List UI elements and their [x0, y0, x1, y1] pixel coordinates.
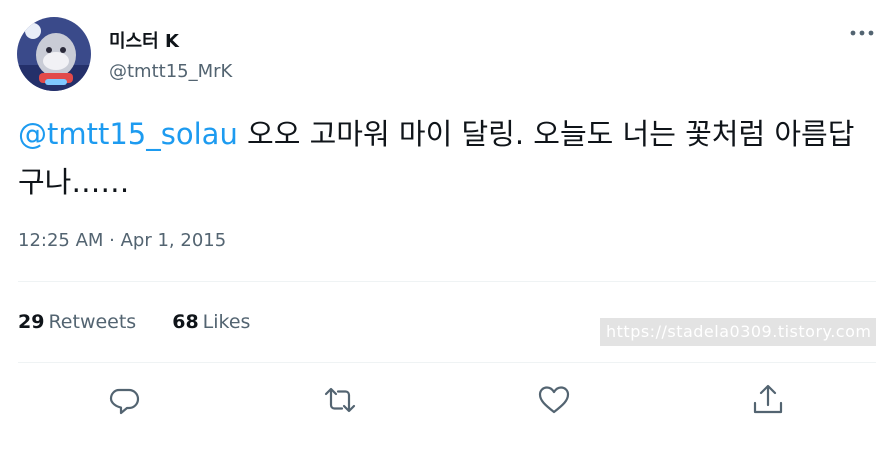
- action-bar: [0, 382, 894, 418]
- likes-stat[interactable]: 68 Likes: [172, 311, 250, 333]
- retweets-stat[interactable]: 29 Retweets: [18, 311, 136, 333]
- retweet-icon[interactable]: [322, 382, 358, 418]
- mention-link[interactable]: @tmtt15_solau: [18, 117, 238, 151]
- retweets-label: Retweets: [48, 311, 137, 333]
- reply-icon[interactable]: [106, 382, 142, 418]
- divider: [18, 281, 876, 282]
- divider: [18, 362, 876, 363]
- likes-count: 68: [172, 311, 199, 333]
- more-horizontal-icon[interactable]: [846, 20, 878, 46]
- share-icon[interactable]: [750, 382, 786, 418]
- timestamp[interactable]: 12:25 AM · Apr 1, 2015: [18, 230, 226, 251]
- display-name[interactable]: 미스터 K: [109, 27, 179, 53]
- tweet-text: @tmtt15_solau 오오 고마워 마이 달링. 오늘도 너는 꽃처럼 아…: [18, 110, 878, 206]
- stats-row: 29 Retweets 68 Likes: [18, 311, 286, 333]
- likes-label: Likes: [202, 311, 251, 333]
- user-handle[interactable]: @tmtt15_MrK: [109, 61, 232, 82]
- retweets-count: 29: [18, 311, 45, 333]
- watermark: https://stadela0309.tistory.com: [600, 318, 876, 346]
- avatar[interactable]: [17, 17, 91, 91]
- heart-icon[interactable]: [536, 382, 572, 418]
